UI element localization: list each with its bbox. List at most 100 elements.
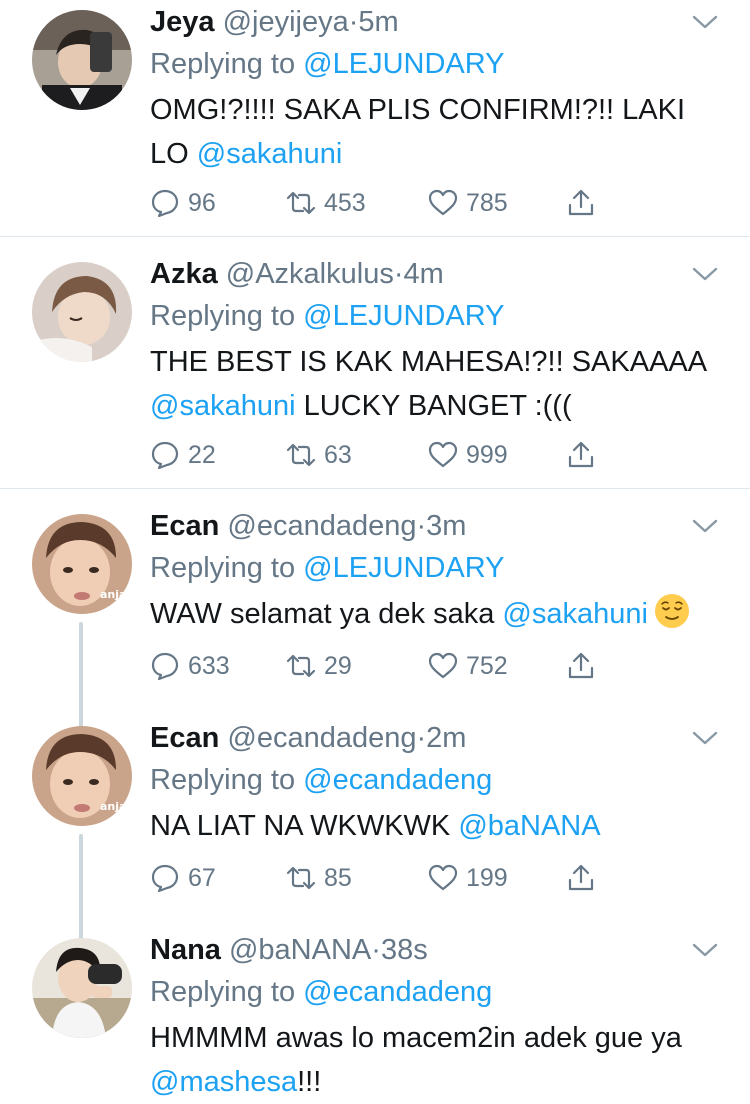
display-name[interactable]: Jeya [150,6,215,38]
divider [0,236,750,237]
replying-to-label: Replying to [150,300,296,332]
mention-link[interactable]: @sakahuni [502,598,648,630]
retweet-button[interactable]: 85 [286,861,352,895]
reply-button[interactable]: 96 [150,186,216,220]
avatar[interactable]: anjay [32,514,132,614]
tweet-text-body: HMMMM awas lo macem2in adek gue ya [150,1022,682,1054]
replying-to-mention[interactable]: @LEJUNDARY [303,48,504,80]
mention-link[interactable]: @sakahuni [197,138,343,170]
avatar-caption: anjay [100,588,132,601]
retweet-button[interactable]: 453 [286,186,366,220]
display-name[interactable]: Ecan [150,722,219,754]
tweet-text: WAW selamat ya dek saka @sakahuni [150,592,720,636]
tweet-header: Ecan @ecandadeng·2m [150,720,720,756]
chevron-down-icon[interactable] [690,514,720,538]
reply-icon [151,441,179,470]
tweet-header: Azka @Azkalkulus·4m [150,256,720,292]
avatar-caption: anjay [100,800,132,813]
retweet-icon [286,443,316,467]
replying-to-mention[interactable]: @LEJUNDARY [303,552,504,584]
share-button[interactable] [566,861,604,895]
like-button[interactable]: 752 [428,649,508,683]
retweet-button[interactable]: 29 [286,649,352,683]
like-count: 199 [466,863,508,892]
share-icon [568,864,594,891]
display-name[interactable]: Azka [150,258,218,290]
relieved-face-emoji-icon [654,594,689,628]
mention-link[interactable]: @mashesa [150,1066,297,1098]
tweet-text-body: WAW selamat ya dek saka [150,598,503,630]
tweet-text-tail: LUCKY BANGET :((( [295,390,572,422]
share-button[interactable] [566,438,604,472]
tweet-header: Nana @baNANA·38s [150,932,720,968]
avatar[interactable] [32,262,132,362]
chevron-down-icon[interactable] [690,10,720,34]
tweet-text: THE BEST IS KAK MAHESA!?!! SAKAAAA @saka… [150,340,720,428]
heart-icon [428,441,458,468]
replying-to: Replying to @LEJUNDARY [150,298,720,334]
retweet-icon [286,191,316,215]
retweet-count: 453 [324,188,366,217]
share-icon [568,189,594,216]
tweet-text-body: NA LIAT NA WKWKWK [150,810,459,842]
tweet-text-tail: !!! [297,1066,322,1098]
tweet-text: HMMMM awas lo macem2in adek gue ya @mash… [150,1016,720,1104]
avatar[interactable] [32,938,132,1038]
replying-to-mention[interactable]: @ecandadeng [303,764,492,796]
username[interactable]: @jeyijeya [223,6,349,38]
avatar-photo-icon [32,262,132,362]
retweet-button[interactable]: 63 [286,438,352,472]
replying-to-label: Replying to [150,552,296,584]
tweet-actions: 96 453 785 [150,186,610,220]
timestamp[interactable]: 4m [404,258,444,290]
timestamp[interactable]: 2m [426,722,466,754]
avatar-photo-icon: anjay [32,726,132,826]
like-count: 785 [466,188,508,217]
username[interactable]: @ecandadeng [227,722,416,754]
tweet-actions: 67 85 199 [150,861,610,895]
retweet-count: 63 [324,440,352,469]
timestamp[interactable]: 5m [358,6,398,38]
tweet-header: Jeya @jeyijeya·5m [150,4,720,40]
retweet-count: 29 [324,651,352,680]
reply-button[interactable]: 633 [150,649,230,683]
like-button[interactable]: 999 [428,438,508,472]
tweet-text-body: THE BEST IS KAK MAHESA!?!! SAKAAAA [150,346,706,378]
replying-to: Replying to @LEJUNDARY [150,550,720,586]
replying-to-mention[interactable]: @LEJUNDARY [303,300,504,332]
username[interactable]: @Azkalkulus [226,258,394,290]
share-icon [568,652,594,679]
heart-icon [428,189,458,216]
mention-link[interactable]: @baNANA [458,810,600,842]
share-button[interactable] [566,186,604,220]
timestamp[interactable]: 38s [381,934,428,966]
mention-link[interactable]: @sakahuni [150,390,296,422]
heart-icon [428,864,458,891]
retweet-icon [286,866,316,890]
like-button[interactable]: 199 [428,861,508,895]
display-name[interactable]: Ecan [150,510,219,542]
reply-button[interactable]: 67 [150,861,216,895]
chevron-down-icon[interactable] [690,726,720,750]
display-name[interactable]: Nana [150,934,221,966]
chevron-down-icon[interactable] [690,938,720,962]
timestamp[interactable]: 3m [426,510,466,542]
like-button[interactable]: 785 [428,186,508,220]
reply-button[interactable]: 22 [150,438,216,472]
replying-to-mention[interactable]: @ecandadeng [303,976,492,1008]
avatar-photo-icon: anjay [32,514,132,614]
share-button[interactable] [566,649,604,683]
username[interactable]: @baNANA [229,934,371,966]
dot-separator: · [393,258,404,290]
reply-count: 22 [188,440,216,469]
dot-separator: · [416,510,427,542]
reply-icon [151,652,179,681]
reply-count: 633 [188,651,230,680]
replying-to: Replying to @ecandadeng [150,974,720,1010]
avatar[interactable]: anjay [32,726,132,826]
avatar[interactable] [32,10,132,110]
chevron-down-icon[interactable] [690,262,720,286]
reply-icon [151,864,179,893]
username[interactable]: @ecandadeng [227,510,416,542]
thread-line [79,834,83,944]
